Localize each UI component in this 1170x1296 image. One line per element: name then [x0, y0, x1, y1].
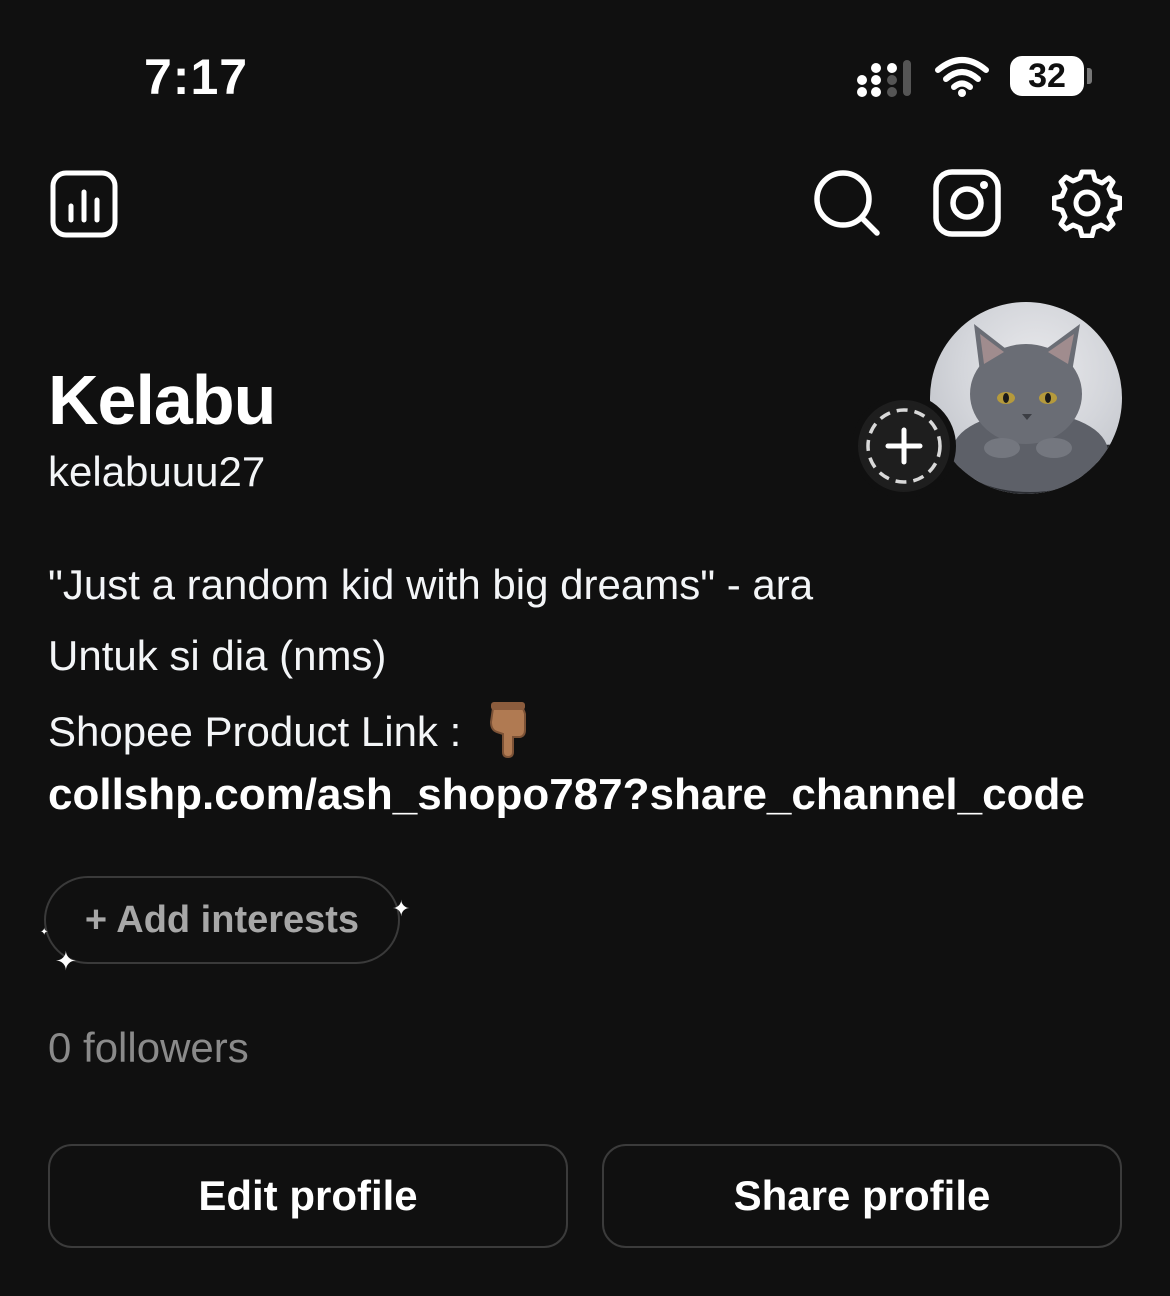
bio-line-3-text: Shopee Product Link :	[48, 708, 462, 756]
profile-username: kelabuuu27	[48, 448, 266, 495]
share-profile-button[interactable]: Share profile	[602, 1144, 1122, 1248]
cellular-signal-icon	[856, 58, 916, 98]
search-icon[interactable]	[812, 168, 882, 238]
insights-icon[interactable]	[50, 170, 118, 238]
instagram-icon[interactable]	[932, 168, 1002, 238]
edit-profile-button[interactable]: Edit profile	[48, 1144, 568, 1248]
bio-line-1: "Just a random kid with big dreams" - ar…	[48, 561, 814, 608]
settings-gear-icon[interactable]	[1052, 168, 1122, 238]
battery-cap	[1087, 68, 1092, 84]
status-time: 7:17	[144, 49, 249, 105]
battery-indicator: 32	[1010, 56, 1084, 96]
bio-link[interactable]: collshp.com/ash_shopo787?share_channel_c…	[48, 770, 1085, 820]
avatar[interactable]	[930, 302, 1122, 494]
followers-count[interactable]: 0 followers	[48, 1024, 249, 1072]
add-story-button[interactable]	[852, 394, 956, 498]
bio-line-2: Untuk si dia (nms)	[48, 632, 387, 679]
sparkle-icon: ✦	[40, 927, 49, 938]
pointing-down-hand-icon	[487, 702, 531, 768]
sparkle-icon: ✦	[55, 946, 77, 976]
add-interests-button[interactable]: + Add interests	[44, 876, 400, 964]
wifi-icon	[934, 54, 990, 98]
profile-display-name: Kelabu	[48, 361, 276, 439]
bio-line-3: Shopee Product Link :	[48, 702, 531, 768]
sparkle-icon: ✦	[392, 896, 411, 921]
